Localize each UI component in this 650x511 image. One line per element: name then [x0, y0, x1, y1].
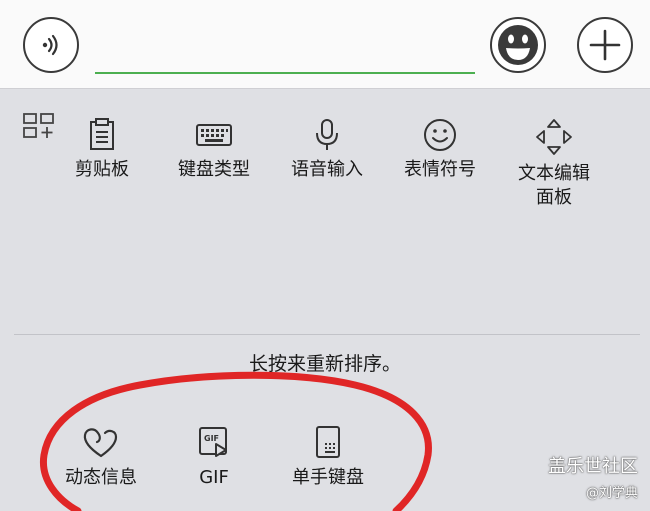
voice-input-icon [42, 34, 58, 56]
watermark-community: 盖乐世社区 [548, 456, 638, 477]
tool-voice-input[interactable]: 语音输入 [272, 118, 382, 182]
clipboard-icon [90, 118, 114, 150]
tool-text-edit-panel[interactable]: 文本编辑 面板 [499, 118, 609, 210]
reorder-hint: 长按来重新排序。 [248, 353, 401, 375]
tool-label: 键盘类型 [178, 159, 250, 180]
tool-label: 文本编辑 面板 [518, 163, 590, 208]
emoji-button[interactable] [490, 17, 546, 73]
gif-icon: GIF [199, 427, 227, 457]
tool-label: 单手键盘 [292, 467, 364, 488]
plus-icon [589, 29, 621, 61]
tool-dynamic-info[interactable]: 动态信息 [46, 424, 156, 490]
tool-emoji[interactable]: 表情符号 [385, 118, 495, 182]
voice-input-button[interactable] [23, 17, 79, 73]
smiley-icon [424, 119, 456, 151]
heart-icon [83, 428, 118, 458]
move-arrows-icon [536, 119, 572, 155]
more-button[interactable] [577, 17, 633, 73]
gif-icon-text: GIF [204, 434, 219, 443]
emoji-icon [498, 25, 538, 65]
tool-label: 表情符号 [404, 159, 476, 180]
watermark-author: @刘学典 [585, 486, 638, 501]
tool-keyboard-type[interactable]: 键盘类型 [159, 118, 269, 182]
tool-clipboard[interactable]: 剪贴板 [47, 118, 157, 182]
section-divider [14, 334, 640, 335]
tool-gif[interactable]: GIF GIF [159, 424, 269, 490]
keyboard-icon [196, 124, 232, 146]
tool-label: 动态信息 [65, 467, 137, 488]
tool-label: 语音输入 [291, 159, 363, 180]
message-input[interactable] [95, 28, 475, 74]
tool-one-hand-keyboard[interactable]: 单手键盘 [273, 424, 383, 490]
one-hand-keyboard-icon [316, 426, 340, 458]
input-toolbar [0, 0, 650, 89]
tool-label: 剪贴板 [75, 159, 129, 180]
microphone-icon [316, 119, 338, 150]
tool-label: GIF [199, 467, 229, 488]
watermark: 盖乐世社区 @刘学典 [548, 452, 638, 501]
